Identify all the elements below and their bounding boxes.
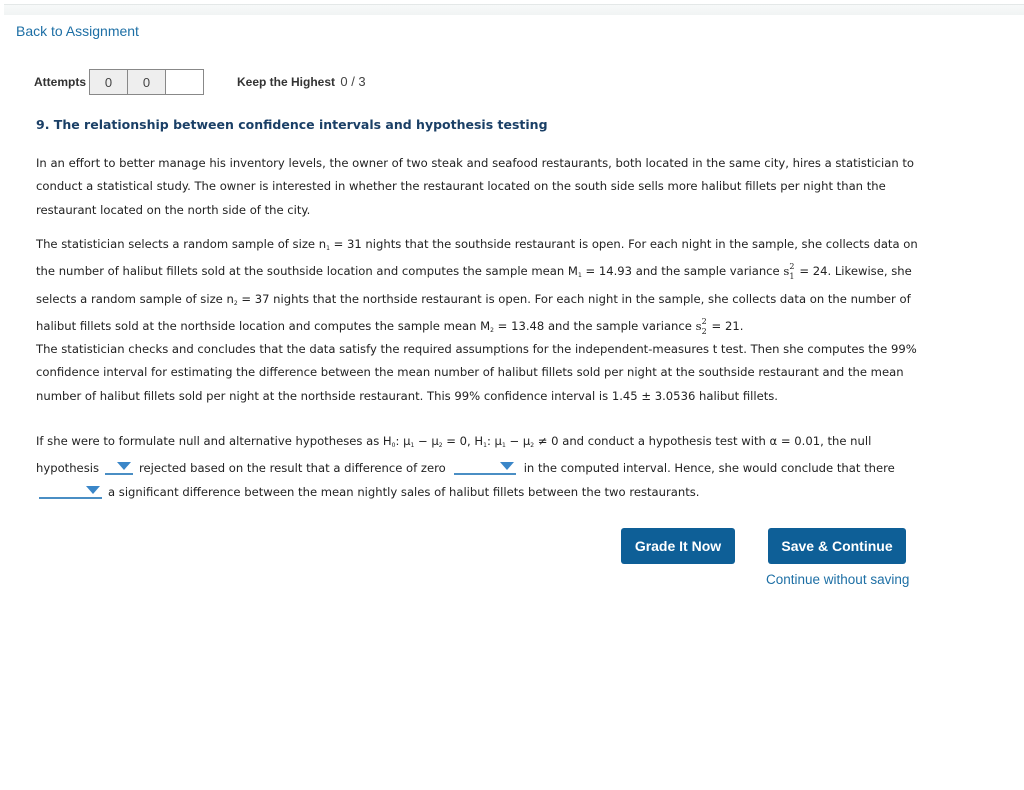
chevron-down-icon (86, 485, 100, 494)
top-divider (4, 4, 1024, 15)
variance-s2-squared: s22 (696, 315, 712, 338)
score: 0 / 3 (340, 74, 366, 89)
subscript: 1 (789, 272, 795, 282)
continue-without-saving-link[interactable]: Continue without saving (766, 572, 909, 587)
text: − μ (414, 434, 439, 448)
grade-it-now-button[interactable]: Grade It Now (621, 528, 735, 564)
question-paragraph-samples: The statistician selects a random sample… (36, 233, 926, 342)
question-paragraph-intro: In an effort to better manage his invent… (36, 156, 915, 217)
attempt-box-2: 0 (127, 69, 167, 95)
text: = 0, H (442, 434, 484, 448)
attempts-label: Attempts (34, 75, 87, 89)
question-paragraph-interval: The statistician checks and concludes th… (36, 342, 917, 403)
question-paragraph-hypothesis: If she were to formulate null and altern… (36, 430, 926, 504)
text: : μ (486, 434, 502, 448)
dropdown-zero-in-interval[interactable] (453, 459, 516, 476)
text: : μ (395, 434, 411, 448)
back-to-assignment-link[interactable]: Back to Assignment (16, 23, 139, 39)
text: a significant difference between the mea… (108, 484, 700, 499)
attempt-box-3 (165, 69, 205, 95)
text: in the computed interval. Hence, she wou… (523, 461, 895, 476)
text: The statistician selects a random sample… (36, 237, 327, 251)
text: If she were to formulate null and altern… (36, 434, 392, 448)
attempts-tracker: Attempts 0 0 (34, 69, 205, 95)
chevron-down-icon (117, 462, 131, 471)
grading-policy: Keep the Highest 0 / 3 (237, 74, 366, 89)
grading-policy-label: Keep the Highest (237, 75, 336, 89)
save-and-continue-button[interactable]: Save & Continue (768, 528, 906, 564)
chevron-down-icon (499, 462, 514, 471)
dropdown-null-rejected[interactable] (105, 459, 133, 476)
text: rejected based on the result that a diff… (139, 461, 446, 476)
text: = 21. (711, 318, 744, 333)
dropdown-significant-difference[interactable] (39, 483, 102, 499)
text: − μ (505, 434, 531, 448)
text: = 14.93 and the sample variance (581, 264, 784, 279)
attempt-box-1: 0 (89, 69, 129, 95)
text: = 13.48 and the sample variance (493, 318, 696, 333)
variance-s1-squared: s21 (783, 260, 799, 283)
question-title: 9. The relationship between confidence i… (36, 117, 548, 132)
